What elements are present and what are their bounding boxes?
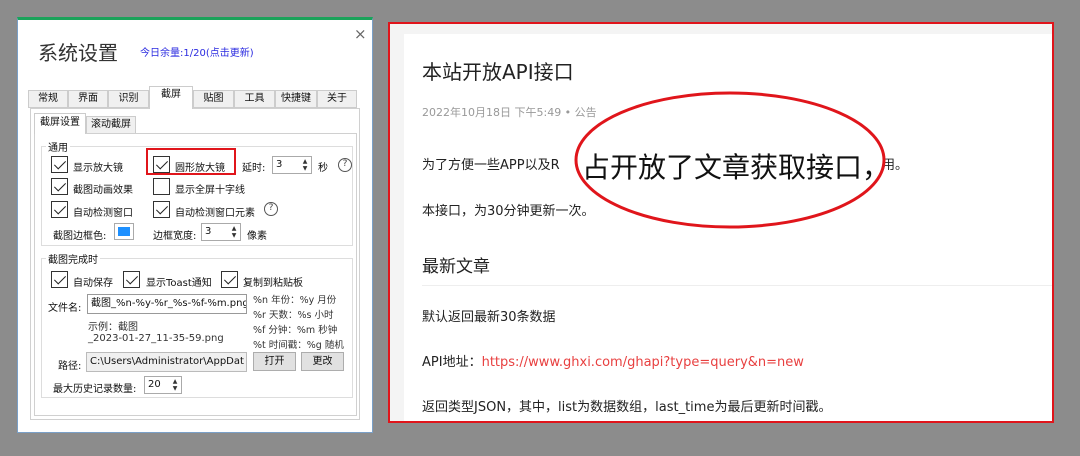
paragraph-intro-left: 为了方便一些APP以及R — [422, 158, 560, 173]
help-icon[interactable]: ? — [264, 202, 278, 216]
detect-element-checkbox[interactable] — [153, 201, 170, 218]
general-group-label: 通用 — [46, 139, 70, 154]
detect-element-label: 自动检测窗口元素 — [175, 208, 255, 219]
border-width-spinner[interactable]: 3 ▲ ▼ — [201, 223, 241, 241]
open-button[interactable]: 打开 — [253, 352, 296, 371]
example-line2: _2023-01-27_11-35-59.png — [88, 333, 224, 344]
detect-window-checkbox[interactable] — [51, 201, 68, 218]
quota-refresh-link[interactable]: 今日余量:1/20(点击更新) — [140, 44, 254, 59]
paragraph-return: 返回类型JSON，其中，list为数据数组，last_time为最后更新时间戳。 — [422, 400, 832, 415]
border-width-label: 边框宽度: — [153, 231, 197, 242]
delay-unit: 秒 — [318, 163, 328, 174]
tab-screenshot[interactable]: 截屏 — [149, 86, 193, 109]
delay-label: 延时: — [242, 163, 266, 174]
article-title: 本站开放API接口 — [422, 60, 574, 84]
clipboard-label: 复制到粘贴板 — [243, 278, 303, 289]
round-magnifier-label: 圆形放大镜 — [175, 163, 225, 174]
paragraph-default: 默认返回最新30条数据 — [422, 310, 556, 325]
crosshair-label: 显示全屏十字线 — [175, 185, 245, 196]
divider — [422, 285, 1052, 286]
settings-dialog: 系统设置 今日余量:1/20(点击更新) × 常规 界面 识别 截屏 贴图 工具… — [17, 17, 373, 433]
tab-about[interactable]: 关于 — [317, 90, 357, 108]
tab-panel: 截屏设置 滚动截屏 通用 显示放大镜 圆形放大镜 延时: 3 ▲ ▼ 秒 ? 截图动… — [30, 108, 360, 420]
toast-checkbox[interactable] — [123, 271, 140, 288]
on-complete-group-label: 截图完成时 — [46, 251, 100, 266]
tab-ocr[interactable]: 识别 — [108, 90, 149, 108]
auto-save-checkbox[interactable] — [51, 271, 68, 288]
border-color-label: 截图边框色: — [53, 231, 107, 242]
dialog-title: 系统设置 — [38, 41, 118, 65]
tab-hotkeys[interactable]: 快捷键 — [275, 90, 317, 108]
change-button[interactable]: 更改 — [301, 352, 344, 371]
close-icon[interactable]: × — [354, 25, 367, 43]
animation-label: 截图动画效果 — [73, 185, 133, 196]
paragraph-update: 本接口，为30分钟更新一次。 — [422, 204, 595, 219]
border-width-unit: 像素 — [247, 231, 267, 242]
article-meta: 2022年10月18日 下午5:49 • 公告 — [422, 106, 597, 119]
subtab-scroll-screenshot[interactable]: 滚动截屏 — [86, 116, 136, 134]
example-line1: 示例：截图 — [88, 322, 138, 333]
delay-spinner[interactable]: 3 ▲ ▼ — [272, 156, 312, 174]
history-label: 最大历史记录数量: — [53, 384, 137, 395]
color-swatch — [118, 227, 130, 236]
crosshair-checkbox[interactable] — [153, 178, 170, 195]
history-value: 20 — [148, 379, 161, 390]
path-input[interactable]: C:\Users\Administrator\AppDat — [86, 352, 247, 372]
animation-checkbox[interactable] — [51, 178, 68, 195]
tab-pin[interactable]: 贴图 — [193, 90, 234, 108]
tab-general[interactable]: 常规 — [28, 90, 68, 108]
spinner-arrows-icon[interactable]: ▲ ▼ — [300, 158, 310, 172]
format-hint: %t 时间戳：%g 随机 — [253, 340, 344, 351]
magnifier-ellipse — [574, 91, 886, 229]
api-url-link[interactable]: https://www.ghxi.com/ghapi?type=query&n=… — [482, 355, 804, 370]
filename-input[interactable]: 截图_%n-%y-%r_%s-%f-%m.png — [87, 294, 247, 314]
show-magnifier-label: 显示放大镜 — [73, 163, 123, 174]
round-magnifier-checkbox[interactable] — [153, 156, 170, 173]
delay-value: 3 — [276, 159, 283, 170]
border-color-picker[interactable] — [114, 223, 134, 240]
path-label: 路径: — [58, 361, 82, 372]
article-content: 本站开放API接口 2022年10月18日 下午5:49 • 公告 为了方便一些… — [404, 34, 1052, 421]
auto-save-label: 自动保存 — [73, 278, 113, 289]
format-hint: %n 年份：%y 月份 — [253, 295, 337, 306]
spinner-arrows-icon[interactable]: ▲ ▼ — [170, 378, 180, 392]
format-hint: %r 天数：%s 小时 — [253, 310, 334, 321]
detect-window-label: 自动检测窗口 — [73, 208, 133, 219]
clipboard-checkbox[interactable] — [221, 271, 238, 288]
filename-label: 文件名: — [48, 303, 82, 314]
tab-interface[interactable]: 界面 — [68, 90, 108, 108]
general-group: 通用 显示放大镜 圆形放大镜 延时: 3 ▲ ▼ 秒 ? 截图动画效果 显示全屏十字… — [41, 139, 353, 246]
history-spinner[interactable]: 20 ▲ ▼ — [144, 376, 182, 394]
tab-tools[interactable]: 工具 — [234, 90, 275, 108]
section-title: 最新文章 — [422, 257, 490, 277]
api-line: API地址：https://www.ghxi.com/ghapi?type=qu… — [422, 351, 804, 370]
on-complete-group: 截图完成时 自动保存 显示Toast通知 复制到粘贴板 文件名: 截图_%n-%… — [41, 251, 353, 398]
format-hint: %f 分钟：%m 秒钟 — [253, 325, 338, 336]
subtab-screenshot-settings[interactable]: 截屏设置 — [34, 113, 86, 134]
article-screenshot: 本站开放API接口 2022年10月18日 下午5:49 • 公告 为了方便一些… — [388, 22, 1054, 423]
subtab-panel: 通用 显示放大镜 圆形放大镜 延时: 3 ▲ ▼ 秒 ? 截图动画效果 显示全屏十字… — [34, 133, 357, 416]
border-width-value: 3 — [205, 226, 212, 237]
toast-label: 显示Toast通知 — [146, 278, 212, 289]
show-magnifier-checkbox[interactable] — [51, 156, 68, 173]
api-label: API地址： — [422, 355, 482, 370]
spinner-arrows-icon[interactable]: ▲ ▼ — [229, 225, 239, 239]
help-icon[interactable]: ? — [338, 158, 352, 172]
